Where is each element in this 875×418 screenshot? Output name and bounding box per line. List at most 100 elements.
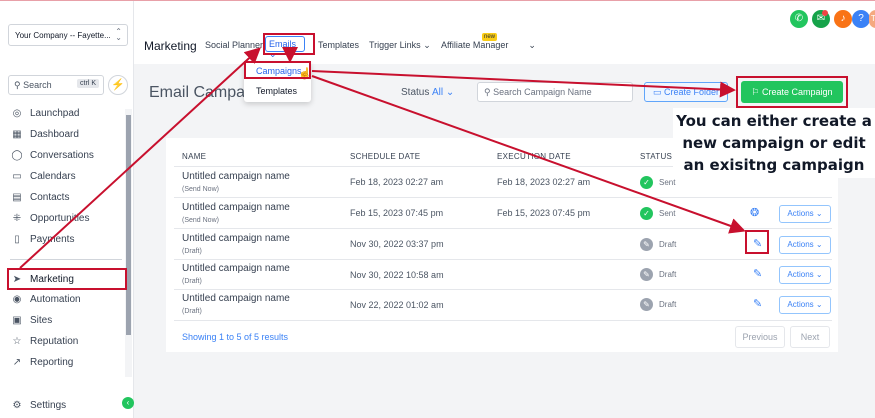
launchpad-icon: ◎ (12, 107, 22, 119)
sidebar-item-label: Launchpad (30, 107, 80, 119)
next-page-button[interactable]: Next (790, 326, 830, 348)
tab-label: Affiliate Manager (441, 40, 509, 50)
chevron-down-icon: ⌄ (445, 87, 455, 98)
actions-button[interactable]: Actions ⌄ (779, 236, 831, 254)
chevron-down-icon: ⌄ (269, 49, 277, 59)
avatar[interactable]: TS (869, 10, 875, 28)
quick-actions-button[interactable]: ⚡ (108, 75, 128, 95)
contacts-icon: ▤ (12, 191, 22, 203)
campaign-name-link[interactable]: Untitled campaign name (182, 171, 290, 182)
sites-icon: ▣ (12, 314, 22, 326)
sidebar-item-reporting[interactable]: ↗ Reporting (10, 353, 74, 371)
company-switcher[interactable]: Your Company -- Fayette... ⌃ ⌄ (8, 24, 128, 46)
search-icon: ⚲ (14, 80, 21, 90)
pagination-summary: Showing 1 to 5 of 5 results (182, 332, 289, 342)
tab-label: Emails (269, 39, 297, 49)
actions-button[interactable]: Actions ⌄ (779, 266, 831, 284)
schedule-date: Nov 30, 2022 10:58 am (350, 270, 444, 280)
draft-icon: ✎ (640, 268, 653, 281)
chevron-down-icon: ⌄ (423, 40, 431, 50)
annotation-callout: You can either create a new campaign or … (673, 108, 875, 178)
help-icon[interactable]: ? (852, 10, 870, 28)
sidebar-item-payments[interactable]: ▯ Payments (10, 230, 74, 248)
sidebar-item-contacts[interactable]: ▤ Contacts (10, 188, 69, 206)
tab-trigger-links[interactable]: Trigger Links ⌄ (369, 40, 431, 51)
schedule-date: Nov 30, 2022 03:37 pm (350, 239, 444, 249)
bell-icon[interactable]: ♪ (834, 10, 852, 28)
tab-emails[interactable]: Emails ⌄ (265, 36, 305, 59)
edit-pencil-icon[interactable]: ✎ (753, 297, 762, 310)
campaign-name-link[interactable]: Untitled campaign name (182, 233, 290, 244)
sidebar-item-reputation[interactable]: ☆ Reputation (10, 332, 79, 350)
create-campaign-button[interactable]: ⚐ Create Campaign (741, 81, 843, 103)
sidebar-divider (10, 259, 122, 260)
notification-dot (822, 10, 828, 16)
sidebar-item-label: Payments (30, 233, 75, 245)
tab-affiliate-manager[interactable]: Affiliate Manager ⌄ (441, 40, 536, 51)
tab-templates[interactable]: Templates (318, 40, 359, 50)
payments-icon: ▯ (14, 233, 20, 245)
campaign-search-input[interactable]: ⚲ Search Campaign Name (477, 82, 633, 102)
sidebar-item-label: Automation (30, 293, 81, 305)
status-badge: Sent (659, 178, 676, 187)
sidebar-search[interactable]: ⚲ Search ctrl K (8, 75, 104, 95)
campaign-type: (Send Now) (182, 217, 219, 224)
sidebar-item-label: Dashboard (30, 128, 79, 140)
schedule-date: Feb 15, 2023 07:45 pm (350, 208, 444, 218)
menu-item-campaigns[interactable]: Campaigns (256, 66, 302, 76)
sidebar-item-automation[interactable]: ◉ Automation (10, 290, 81, 308)
sidebar-item-label: Reporting (30, 356, 74, 368)
button-label: Actions (787, 209, 814, 218)
section-title: Marketing (144, 39, 197, 53)
status-filter[interactable]: All ⌄ (432, 87, 454, 98)
collapse-sidebar-button[interactable]: ‹ (122, 397, 134, 409)
top-header: Marketing (134, 1, 875, 64)
sidebar-item-label: Contacts (30, 191, 70, 203)
sidebar-item-dashboard[interactable]: ▦ Dashboard (10, 125, 79, 143)
scrollbar-thumb[interactable] (126, 115, 131, 335)
sidebar-item-calendars[interactable]: ▭ Calendars (10, 167, 75, 185)
campaign-type: (Draft) (182, 308, 202, 315)
actions-button[interactable]: Actions ⌄ (779, 205, 831, 223)
campaign-name-link[interactable]: Untitled campaign name (182, 263, 290, 274)
sidebar-item-sites[interactable]: ▣ Sites (10, 311, 52, 329)
status-badge: Draft (659, 270, 677, 279)
star-icon: ☆ (12, 335, 22, 347)
status-badge: Draft (659, 240, 677, 249)
previous-page-button[interactable]: Previous (735, 326, 785, 348)
campaign-name-link[interactable]: Untitled campaign name (182, 202, 290, 213)
sidebar-item-launchpad[interactable]: ◎ Launchpad (10, 104, 80, 122)
status-filter-value: All (432, 87, 444, 98)
sidebar-item-opportunities[interactable]: ⁜ Opportunities (10, 209, 90, 227)
chevron-updown-icon: ⌃ ⌄ (115, 27, 122, 42)
actions-button[interactable]: Actions ⌄ (779, 296, 831, 314)
sidebar-scrollbar[interactable] (125, 109, 132, 377)
check-icon: ✓ (640, 176, 653, 189)
gear-icon: ⚙ (12, 399, 22, 411)
opportunities-icon: ⁜ (12, 212, 22, 224)
phone-icon[interactable]: ✆ (790, 10, 808, 28)
row-divider (174, 320, 832, 321)
sidebar-item-marketing[interactable]: ➤ Marketing (10, 270, 74, 288)
button-label: Actions (787, 300, 814, 309)
stats-icon[interactable]: ❂ (750, 206, 759, 219)
send-icon: ➤ (12, 273, 22, 285)
row-divider (174, 289, 832, 290)
dashboard-icon: ▦ (12, 128, 22, 140)
sidebar-item-conversations[interactable]: ◯ Conversations (10, 146, 94, 164)
edit-pencil-icon[interactable]: ✎ (753, 267, 762, 280)
create-folder-button[interactable]: ▭ Create Folder (644, 82, 728, 102)
automation-icon: ◉ (12, 293, 22, 305)
calendar-icon: ▭ (12, 170, 22, 182)
edit-pencil-icon[interactable]: ✎ (753, 237, 762, 250)
sidebar-item-settings[interactable]: ⚙ Settings (10, 396, 67, 414)
search-placeholder: Search Campaign Name (493, 87, 592, 97)
status-badge: Draft (659, 300, 677, 309)
menu-item-templates[interactable]: Templates (256, 86, 297, 96)
tab-social-planner[interactable]: Social Planner (205, 40, 263, 50)
campaign-name-link[interactable]: Untitled campaign name (182, 293, 290, 304)
search-icon: ⚲ (484, 87, 491, 97)
sidebar-item-label: Marketing (30, 273, 74, 285)
campaign-type: (Draft) (182, 278, 202, 285)
status-badge: Sent (659, 209, 676, 218)
